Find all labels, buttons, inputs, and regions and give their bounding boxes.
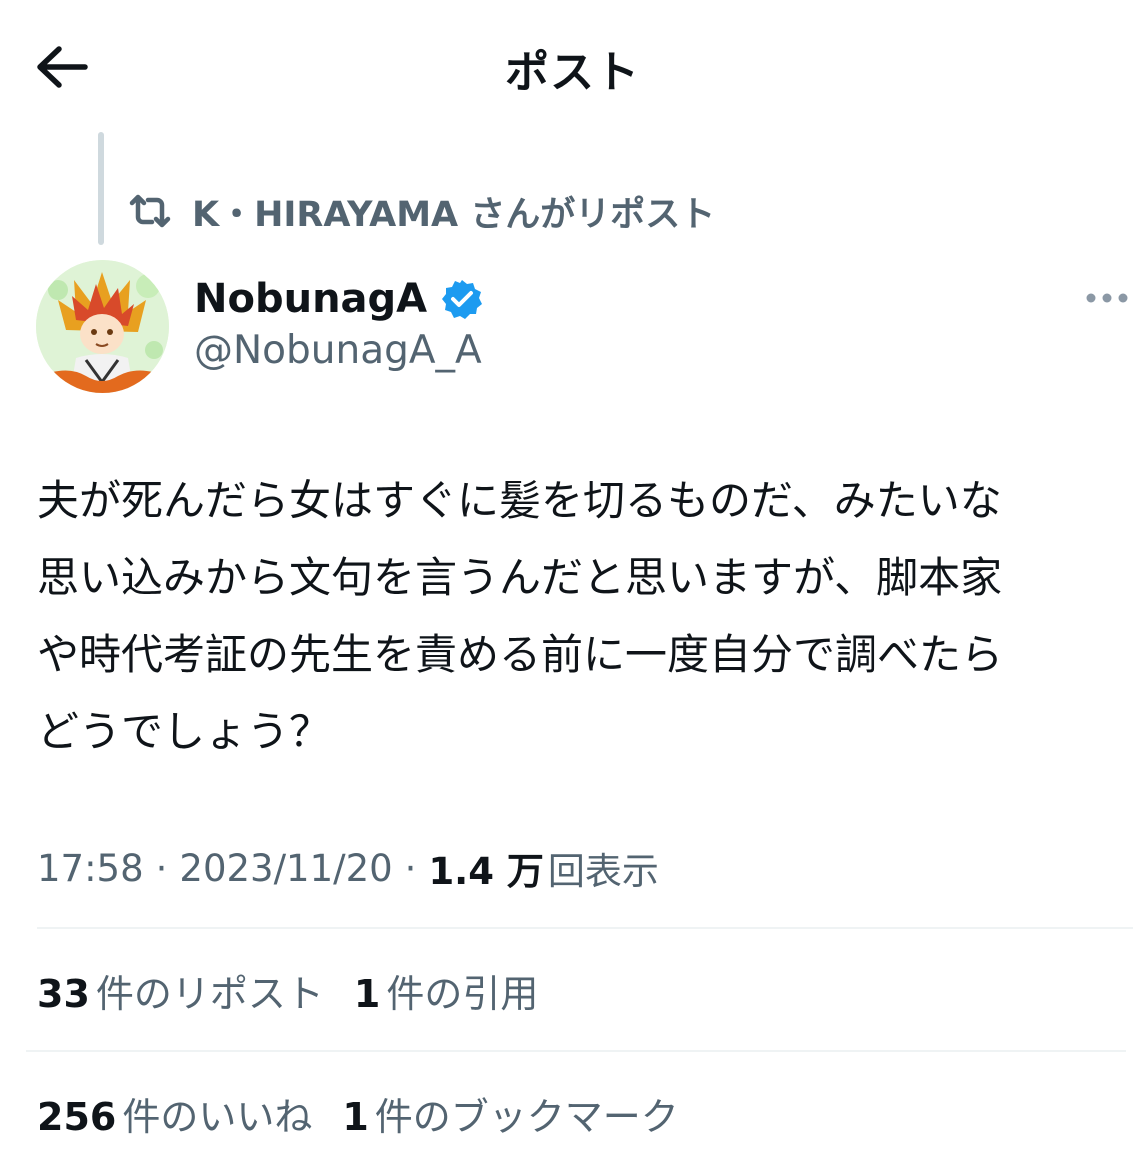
repost-context-text: K・HIRAYAMA さんがリポスト [192, 194, 716, 235]
thread-connector-line [98, 132, 104, 245]
reposts-label: 件のリポスト [95, 971, 324, 1016]
post-text-line: や時代考証の先生を責める前に一度自分で調べたら [37, 630, 1004, 679]
post-text: 夫が死んだら女はすぐに髪を切るものだ、みたいな 思い込みから文句を言うんだと思い… [37, 462, 1137, 770]
quotes-count: 1 [353, 971, 381, 1016]
meta-separator: · [155, 846, 168, 890]
post-text-line: 夫が死んだら女はすぐに髪を切るものだ、みたいな [37, 476, 1002, 525]
repost-context[interactable]: K・HIRAYAMA さんがリポスト [128, 186, 715, 236]
verified-badge-icon [441, 278, 483, 320]
post-time[interactable]: 17:58 [37, 847, 144, 890]
repost-icon [128, 188, 174, 234]
quotes-stat[interactable]: 1 件の引用 [354, 963, 538, 1018]
more-options-button[interactable] [1082, 280, 1132, 316]
views-label[interactable]: 回表示 [548, 841, 659, 895]
bookmarks-count: 1 [342, 1094, 369, 1139]
stats-row-reactions: 256 件のいいね 1 件のブックマーク [37, 1083, 709, 1143]
likes-count: 256 [37, 1094, 117, 1139]
likes-stat[interactable]: 256 件のいいね [37, 1086, 312, 1141]
author-name[interactable]: NobunagA [194, 276, 427, 322]
author-handle[interactable]: @NobunagA_A [194, 328, 482, 373]
avatar[interactable] [36, 260, 169, 393]
quotes-label: 件の引用 [386, 971, 539, 1016]
top-bar: ポスト [0, 0, 1145, 132]
reposts-stat[interactable]: 33 件のリポスト [37, 963, 324, 1018]
bookmarks-label: 件のブックマーク [374, 1094, 679, 1139]
bookmarks-stat[interactable]: 1 件のブックマーク [342, 1086, 678, 1141]
views-count[interactable]: 1.4 万 [428, 841, 543, 895]
post-detail-page: ポスト K・HIRAYAMA さんがリポスト NobunagA @Nobunag… [0, 0, 1145, 1168]
post-meta: 17:58 · 2023/11/20 · 1.4 万 回表示 [37, 840, 659, 896]
likes-label: 件のいいね [122, 1094, 313, 1139]
page-title: ポスト [505, 47, 640, 98]
author-name-row[interactable]: NobunagA [194, 270, 483, 328]
meta-separator: · [404, 846, 417, 890]
post-text-line: 思い込みから文句を言うんだと思いますが、脚本家 [37, 553, 1003, 602]
post-date[interactable]: 2023/11/20 [179, 847, 392, 890]
more-dots-icon [1086, 293, 1128, 303]
divider [37, 927, 1133, 929]
stats-row-shares: 33 件のリポスト 1 件の引用 [37, 960, 568, 1020]
reposts-count: 33 [37, 971, 90, 1016]
divider [26, 1050, 1126, 1052]
post-text-line: どうでしょう？ [37, 707, 332, 756]
